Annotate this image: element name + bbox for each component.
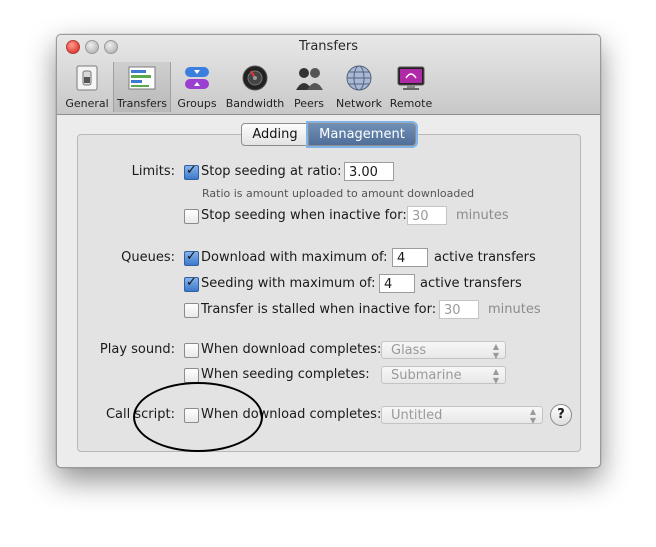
peers-icon (294, 64, 324, 92)
stalled-minutes-unit: minutes (488, 302, 541, 317)
seeding-max-unit: active transfers (420, 276, 522, 291)
network-globe-icon (344, 64, 374, 92)
download-max-field[interactable]: 4 (392, 248, 428, 267)
inactive-minutes-field[interactable]: 30 (407, 206, 447, 225)
tab-adding[interactable]: Adding (241, 123, 309, 146)
help-button[interactable]: ? (550, 404, 572, 426)
inactive-minutes-unit: minutes (456, 208, 509, 223)
stop-seeding-inactive-label: Stop seeding when inactive for: (201, 208, 407, 223)
updown-arrows-icon: ▲ ▼ (492, 367, 499, 385)
bandwidth-icon (240, 64, 270, 92)
groups-icon (182, 64, 212, 92)
window-title: Transfers (298, 39, 359, 54)
stalled-label: Transfer is stalled when inactive for: (201, 302, 437, 317)
toolbar-remote[interactable]: Remote (387, 62, 435, 112)
updown-arrows-icon: ▲ ▼ (492, 342, 499, 360)
download-max-label: Download with maximum of: (201, 250, 388, 265)
queues-label: Queues: (121, 250, 175, 265)
hand-drawn-circle-annotation (133, 382, 263, 452)
switch-icon (72, 64, 102, 92)
download-max-checkbox[interactable] (184, 249, 199, 266)
updown-arrows-icon: ▲ ▼ (529, 407, 536, 425)
toolbar-transfers[interactable]: Transfers (113, 62, 171, 112)
script-select[interactable]: Untitled ▲ ▼ (381, 406, 543, 425)
toolbar-groups[interactable]: Groups (173, 62, 221, 112)
ratio-field[interactable]: 3.00 (344, 162, 394, 181)
sound-download-select[interactable]: Glass ▲ ▼ (381, 341, 506, 360)
sound-seeding-label: When seeding completes: (201, 367, 370, 382)
download-max-unit: active transfers (434, 250, 536, 265)
stalled-checkbox[interactable] (184, 303, 199, 318)
title-toolbar-area: Transfers General Transfers Groups Bandw… (57, 35, 600, 115)
limits-label: Limits: (131, 164, 175, 179)
sound-seeding-select[interactable]: Submarine ▲ ▼ (381, 366, 506, 385)
ratio-note: Ratio is amount uploaded to amount downl… (202, 187, 475, 200)
sound-download-label: When download completes: (201, 342, 382, 357)
toolbar-peers[interactable]: Peers (287, 62, 331, 112)
play-sound-label: Play sound: (99, 342, 175, 357)
sound-download-checkbox[interactable] (184, 343, 199, 358)
seeding-max-checkbox[interactable] (184, 275, 199, 292)
stalled-minutes-field[interactable]: 30 (439, 300, 479, 319)
stop-seeding-ratio-label: Stop seeding at ratio: (201, 164, 342, 179)
seeding-max-field[interactable]: 4 (379, 274, 415, 293)
seeding-max-label: Seeding with maximum of: (201, 276, 376, 291)
sound-seeding-checkbox[interactable] (184, 368, 199, 383)
transfers-icon (127, 64, 157, 92)
toolbar-general[interactable]: General (63, 62, 111, 112)
toolbar-network[interactable]: Network (333, 62, 385, 112)
tab-management[interactable]: Management (308, 123, 416, 146)
toolbar-bandwidth[interactable]: Bandwidth (223, 62, 287, 112)
stop-seeding-ratio-checkbox[interactable] (184, 163, 199, 180)
stop-seeding-inactive-checkbox[interactable] (184, 209, 199, 224)
remote-monitor-icon (396, 64, 426, 92)
